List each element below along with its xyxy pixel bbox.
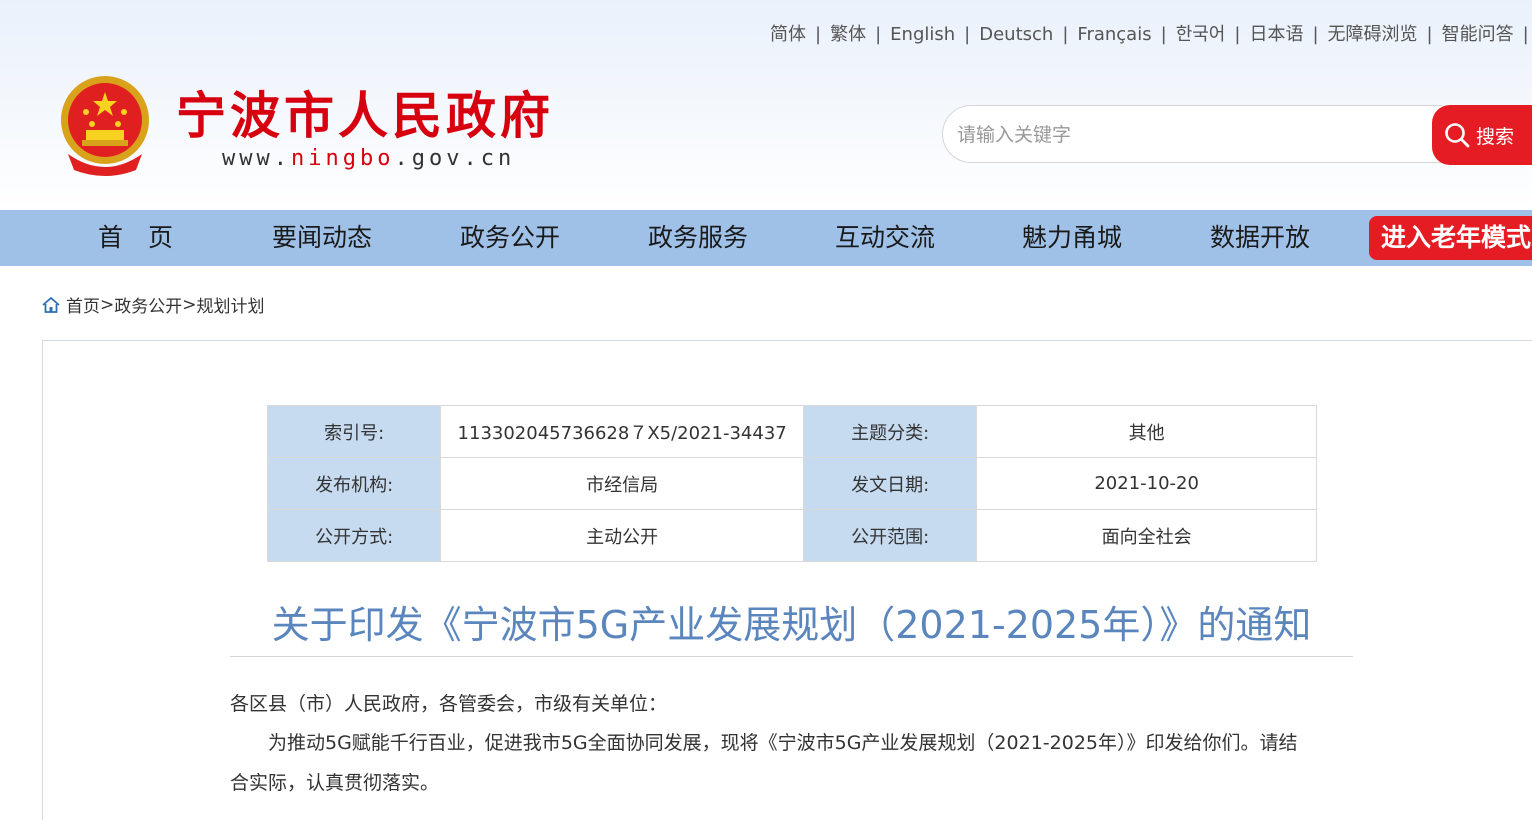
nav-gov-services[interactable]: 政务服务 xyxy=(648,210,748,266)
index-label: 索引号: xyxy=(266,405,442,458)
site-url: www.ningbo.gov.cn xyxy=(222,146,515,171)
lang-french[interactable]: Français xyxy=(1077,24,1151,45)
document-meta-table: 索引号: 113302045736628７X5/2021-34437 主题分类:… xyxy=(266,405,1317,562)
search-input[interactable] xyxy=(955,106,1429,164)
document-title: 关于印发《宁波市5G产业发展规划（2021-2025年）》的通知 xyxy=(271,603,1312,647)
nav-home[interactable]: 首 页 xyxy=(98,210,173,266)
lang-japanese[interactable]: 日本语 xyxy=(1249,24,1303,45)
search-button[interactable]: 搜索 xyxy=(1432,105,1532,165)
smart-qa-link[interactable]: 智能问答 xyxy=(1442,24,1514,45)
home-icon xyxy=(42,296,60,313)
separator: | xyxy=(815,24,822,45)
nav-city[interactable]: 魅力甬城 xyxy=(1022,210,1122,266)
national-emblem-icon xyxy=(56,74,154,178)
page-header: 简体 | 繁体 | English | Deutsch | Français | 한국어 | 日本语 | 无… xyxy=(0,0,1532,210)
nav-news[interactable]: 要闻动态 xyxy=(272,210,372,266)
search-box xyxy=(942,105,1442,164)
mode-value: 主动公开 xyxy=(440,509,805,562)
date-value: 2021-10-20 xyxy=(976,457,1317,510)
org-value: 市经信局 xyxy=(440,457,805,510)
date-label: 发文日期: xyxy=(803,457,978,510)
breadcrumb-separator: > xyxy=(182,294,197,315)
table-row: 发布机构: 市经信局 发文日期: 2021-10-20 xyxy=(266,457,1317,510)
search-icon xyxy=(1445,123,1470,148)
lang-korean[interactable]: 한국어 xyxy=(1176,24,1226,45)
url-suffix: .gov.cn xyxy=(394,146,516,171)
table-row: 索引号: 113302045736628７X5/2021-34437 主题分类:… xyxy=(266,405,1317,458)
table-row: 公开方式: 主动公开 公开范围: 面向全社会 xyxy=(266,509,1317,562)
breadcrumb-gov-affairs[interactable]: 政务公开 xyxy=(114,292,182,317)
topic-label: 主题分类: xyxy=(803,405,978,458)
accessibility-link[interactable]: 无障碍浏览 xyxy=(1328,24,1418,45)
breadcrumb-home[interactable]: 首页 xyxy=(66,292,100,317)
breadcrumb-separator: > xyxy=(100,294,115,315)
breadcrumb-plans[interactable]: 规划计划 xyxy=(197,292,265,317)
lang-english[interactable]: English xyxy=(890,24,955,45)
elder-mode-button[interactable]: 进入老年模式 xyxy=(1369,216,1532,260)
title-divider xyxy=(230,656,1353,657)
separator: | xyxy=(1062,24,1069,45)
scope-label: 公开范围: xyxy=(803,509,978,562)
nav-gov-affairs[interactable]: 政务公开 xyxy=(460,210,560,266)
lang-traditional[interactable]: 繁体 xyxy=(830,24,866,45)
url-highlight: ningbo xyxy=(290,146,395,171)
separator: | xyxy=(1426,24,1433,45)
separator: | xyxy=(1522,24,1529,45)
document-salutation: 各区县（市）人民政府，各管委会，市级有关单位： xyxy=(230,693,668,715)
nav-open-data[interactable]: 数据开放 xyxy=(1210,210,1310,266)
main-nav: 首 页 要闻动态 政务公开 政务服务 互动交流 魅力甬城 数据开放 xyxy=(0,210,1532,266)
index-value: 113302045736628７X5/2021-34437 xyxy=(440,405,805,458)
separator: | xyxy=(1160,24,1167,45)
search-button-label: 搜索 xyxy=(1476,125,1515,148)
nav-interaction[interactable]: 互动交流 xyxy=(835,210,935,266)
site-title[interactable]: 宁波市人民政府 xyxy=(176,76,554,148)
separator: | xyxy=(1234,24,1241,45)
separator: | xyxy=(1312,24,1319,45)
language-bar: 简体 | 繁体 | English | Deutsch | Français | 한국어 | 日本语 | 无… xyxy=(770,20,1532,46)
topic-value: 其他 xyxy=(976,405,1317,458)
scope-value: 面向全社会 xyxy=(976,509,1317,562)
url-prefix: www. xyxy=(222,146,291,171)
document-body-line: 合实际，认真贯彻落实。 xyxy=(230,772,440,794)
separator: | xyxy=(964,24,971,45)
separator: | xyxy=(875,24,882,45)
org-label: 发布机构: xyxy=(266,457,442,510)
document-body-line: 为推动5G赋能千行百业，促进我市5G全面协同发展，现将《宁波市5G产业发展规划（… xyxy=(230,732,1298,754)
mode-label: 公开方式: xyxy=(266,509,442,562)
breadcrumb: 首页 > 政务公开 > 规划计划 xyxy=(42,292,265,317)
lang-simplified[interactable]: 简体 xyxy=(770,24,806,45)
lang-german[interactable]: Deutsch xyxy=(979,24,1053,45)
